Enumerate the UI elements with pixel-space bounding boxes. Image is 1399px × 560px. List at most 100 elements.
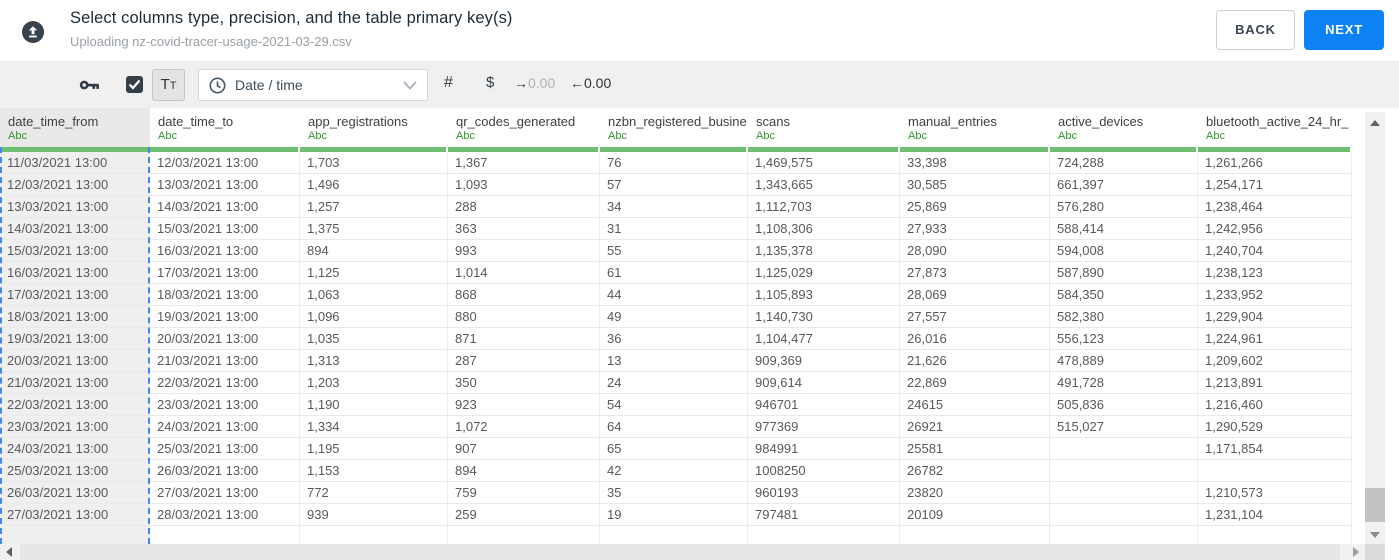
- table-cell[interactable]: 1,334: [300, 416, 448, 438]
- table-cell[interactable]: 1,375: [300, 218, 448, 240]
- table-cell[interactable]: 26/03/2021 13:00: [150, 460, 300, 482]
- table-cell[interactable]: 22/03/2021 13:00: [0, 394, 150, 416]
- table-cell[interactable]: 1,238,123: [1198, 262, 1352, 284]
- table-cell[interactable]: 12/03/2021 13:00: [150, 152, 300, 174]
- table-cell[interactable]: 20/03/2021 13:00: [0, 350, 150, 372]
- table-cell[interactable]: 584,350: [1050, 284, 1198, 306]
- table-cell[interactable]: [1050, 482, 1198, 504]
- table-cell[interactable]: 15/03/2021 13:00: [150, 218, 300, 240]
- table-cell[interactable]: 582,380: [1050, 306, 1198, 328]
- table-cell[interactable]: 288: [448, 196, 600, 218]
- table-cell[interactable]: 19/03/2021 13:00: [0, 328, 150, 350]
- next-button[interactable]: NEXT: [1304, 10, 1384, 50]
- table-cell[interactable]: 880: [448, 306, 600, 328]
- table-cell[interactable]: 993: [448, 240, 600, 262]
- text-type-button[interactable]: Tt: [152, 69, 185, 101]
- table-cell[interactable]: 1,072: [448, 416, 600, 438]
- table-cell[interactable]: 1,140,730: [748, 306, 900, 328]
- table-cell[interactable]: 1,224,961: [1198, 328, 1352, 350]
- table-cell[interactable]: 1,125: [300, 262, 448, 284]
- currency-type-button[interactable]: $: [486, 74, 494, 91]
- table-cell[interactable]: 22,869: [900, 372, 1050, 394]
- table-cell[interactable]: 24/03/2021 13:00: [150, 416, 300, 438]
- table-cell[interactable]: [1198, 460, 1352, 482]
- table-cell[interactable]: 909,369: [748, 350, 900, 372]
- table-cell[interactable]: 1,125,029: [748, 262, 900, 284]
- table-cell[interactable]: 21,626: [900, 350, 1050, 372]
- table-cell[interactable]: 894: [300, 240, 448, 262]
- table-cell[interactable]: 871: [448, 328, 600, 350]
- table-cell[interactable]: 505,836: [1050, 394, 1198, 416]
- horizontal-scrollbar-thumb[interactable]: [20, 544, 1340, 560]
- table-cell[interactable]: [448, 526, 600, 544]
- table-cell[interactable]: 26782: [900, 460, 1050, 482]
- table-cell[interactable]: 36: [600, 328, 748, 350]
- table-cell[interactable]: [0, 526, 150, 544]
- table-cell[interactable]: 1,469,575: [748, 152, 900, 174]
- table-cell[interactable]: [900, 526, 1050, 544]
- table-cell[interactable]: 23820: [900, 482, 1050, 504]
- table-cell[interactable]: 15/03/2021 13:00: [0, 240, 150, 262]
- table-cell[interactable]: 1,104,477: [748, 328, 900, 350]
- table-cell[interactable]: 33,398: [900, 152, 1050, 174]
- table-cell[interactable]: 1,231,104: [1198, 504, 1352, 526]
- table-cell[interactable]: 24/03/2021 13:00: [0, 438, 150, 460]
- primary-key-icon[interactable]: [78, 75, 102, 95]
- table-cell[interactable]: 13/03/2021 13:00: [150, 174, 300, 196]
- table-cell[interactable]: 1,257: [300, 196, 448, 218]
- table-cell[interactable]: [1050, 460, 1198, 482]
- table-cell[interactable]: 28/03/2021 13:00: [150, 504, 300, 526]
- table-cell[interactable]: 11/03/2021 13:00: [0, 152, 150, 174]
- table-cell[interactable]: 1,203: [300, 372, 448, 394]
- table-cell[interactable]: 797481: [748, 504, 900, 526]
- table-cell[interactable]: 960193: [748, 482, 900, 504]
- table-cell[interactable]: 26/03/2021 13:00: [0, 482, 150, 504]
- table-cell[interactable]: 61: [600, 262, 748, 284]
- table-cell[interactable]: 28,069: [900, 284, 1050, 306]
- table-cell[interactable]: 25/03/2021 13:00: [0, 460, 150, 482]
- table-cell[interactable]: 594,008: [1050, 240, 1198, 262]
- table-cell[interactable]: 25581: [900, 438, 1050, 460]
- table-cell[interactable]: 30,585: [900, 174, 1050, 196]
- table-cell[interactable]: 20/03/2021 13:00: [150, 328, 300, 350]
- table-cell[interactable]: 1,108,306: [748, 218, 900, 240]
- table-cell[interactable]: 478,889: [1050, 350, 1198, 372]
- table-cell[interactable]: 25/03/2021 13:00: [150, 438, 300, 460]
- table-cell[interactable]: 1,093: [448, 174, 600, 196]
- table-cell[interactable]: 14/03/2021 13:00: [150, 196, 300, 218]
- table-cell[interactable]: 44: [600, 284, 748, 306]
- table-cell[interactable]: 724,288: [1050, 152, 1198, 174]
- table-cell[interactable]: 21/03/2021 13:00: [0, 372, 150, 394]
- table-cell[interactable]: 1,290,529: [1198, 416, 1352, 438]
- horizontal-scrollbar[interactable]: [0, 544, 1365, 560]
- table-cell[interactable]: 14/03/2021 13:00: [0, 218, 150, 240]
- table-cell[interactable]: 1,703: [300, 152, 448, 174]
- table-cell[interactable]: 1,063: [300, 284, 448, 306]
- scroll-right-arrow-icon[interactable]: [1353, 547, 1359, 557]
- table-cell[interactable]: 49: [600, 306, 748, 328]
- scroll-left-arrow-icon[interactable]: [6, 547, 12, 557]
- table-cell[interactable]: 16/03/2021 13:00: [150, 240, 300, 262]
- table-cell[interactable]: 1008250: [748, 460, 900, 482]
- column-header-date_time_from[interactable]: date_time_from Abc: [0, 108, 150, 152]
- table-cell[interactable]: 977369: [748, 416, 900, 438]
- table-cell[interactable]: 57: [600, 174, 748, 196]
- table-cell[interactable]: [1050, 504, 1198, 526]
- table-cell[interactable]: 1,233,952: [1198, 284, 1352, 306]
- table-cell[interactable]: 16/03/2021 13:00: [0, 262, 150, 284]
- table-cell[interactable]: 984991: [748, 438, 900, 460]
- table-cell[interactable]: 20109: [900, 504, 1050, 526]
- table-cell[interactable]: 19/03/2021 13:00: [150, 306, 300, 328]
- table-cell[interactable]: 12/03/2021 13:00: [0, 174, 150, 196]
- table-cell[interactable]: 894: [448, 460, 600, 482]
- table-cell[interactable]: 661,397: [1050, 174, 1198, 196]
- column-type-dropdown[interactable]: Date / time: [198, 69, 428, 101]
- table-cell[interactable]: 26921: [900, 416, 1050, 438]
- column-header-manual_entries[interactable]: manual_entries Abc: [900, 108, 1050, 152]
- vertical-scrollbar[interactable]: [1365, 112, 1385, 544]
- column-header-scans[interactable]: scans Abc: [748, 108, 900, 152]
- table-cell[interactable]: [1198, 526, 1352, 544]
- table-cell[interactable]: [150, 526, 300, 544]
- table-cell[interactable]: 259: [448, 504, 600, 526]
- table-cell[interactable]: 1,242,956: [1198, 218, 1352, 240]
